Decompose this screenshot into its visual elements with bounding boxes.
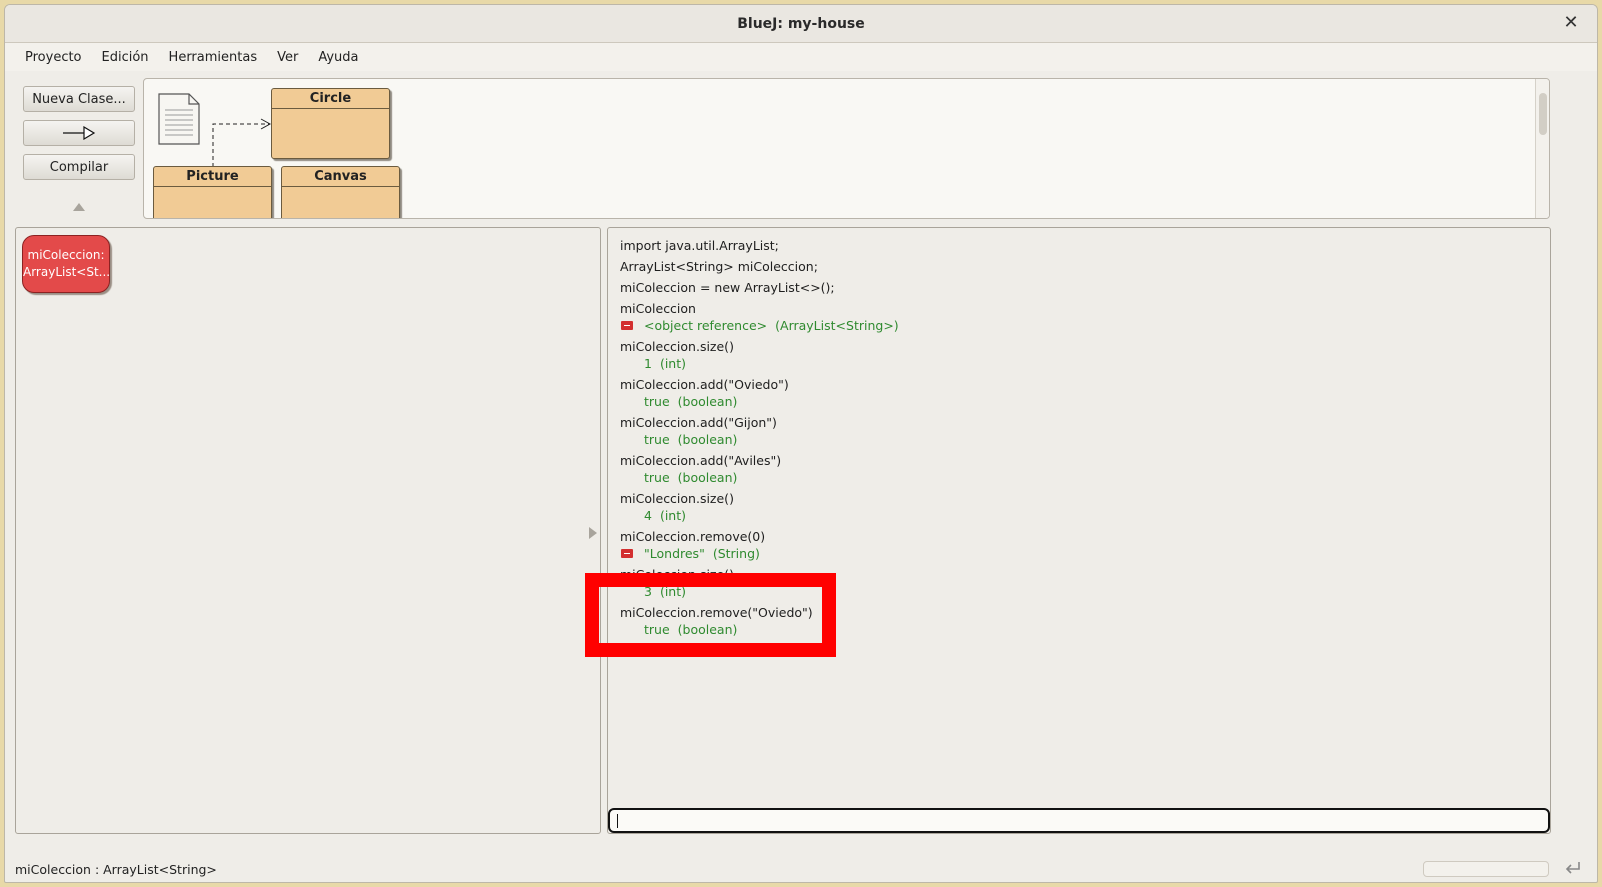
codepad-command: miColeccion.add("Aviles")	[620, 453, 782, 468]
codepad-command: ArrayList<String> miColeccion;	[620, 259, 818, 274]
inheritance-arrow-icon	[63, 126, 96, 140]
menu-ayuda[interactable]: Ayuda	[308, 50, 368, 65]
object-micoleccion[interactable]: miColeccion: ArrayList<St...	[22, 235, 110, 293]
codepad-input[interactable]	[608, 808, 1550, 833]
collapse-up-icon[interactable]	[73, 203, 85, 211]
new-class-button[interactable]: Nueva Clase...	[23, 86, 135, 112]
result-type: (boolean)	[677, 470, 738, 485]
status-bar: miColeccion : ArrayList<String>	[5, 856, 1597, 882]
codepad-command: miColeccion = new ArrayList<>();	[620, 280, 835, 295]
codepad-command: miColeccion.remove(0)	[620, 529, 766, 544]
result-value: true	[644, 432, 670, 447]
highlight-annotation	[585, 573, 836, 657]
class-picture[interactable]: Picture	[153, 166, 272, 218]
class-diagram[interactable]: Circle Picture Canvas	[143, 78, 1550, 219]
menu-herramientas[interactable]: Herramientas	[159, 50, 268, 65]
bluej-window: BlueJ: my-house ✕ Proyecto Edición Herra…	[4, 4, 1598, 883]
codepad-entry: miColeccion.remove(0) "Londres" (String)	[620, 528, 1540, 562]
codepad-entry: import java.util.ArrayList;	[620, 237, 1540, 254]
codepad-command: miColeccion.add("Gijon")	[620, 415, 777, 430]
codepad-command: miColeccion.size()	[620, 339, 734, 354]
codepad-result[interactable]: "Londres" (String)	[620, 545, 1540, 562]
result-type: (int)	[659, 356, 687, 371]
object-reference-icon[interactable]	[621, 549, 633, 558]
codepad-command: miColeccion.size()	[620, 491, 734, 506]
result-type: (boolean)	[677, 432, 738, 447]
close-icon[interactable]: ✕	[1561, 13, 1581, 33]
codepad-entry: miColeccion.size() 4 (int)	[620, 490, 1540, 524]
class-diagram-scrollbar[interactable]	[1535, 79, 1549, 218]
result-type: (ArrayList<String>)	[775, 318, 899, 333]
class-name: Picture	[154, 167, 271, 187]
codepad-result[interactable]: <object reference> (ArrayList<String>)	[620, 317, 1540, 334]
expand-right-icon[interactable]	[589, 527, 597, 539]
result-value: 1	[644, 356, 652, 371]
codepad-command: import java.util.ArrayList;	[620, 238, 779, 253]
class-name: Circle	[272, 89, 389, 109]
new-inheritance-arrow-button[interactable]	[23, 120, 135, 146]
menu-ver[interactable]: Ver	[267, 50, 308, 65]
codepad-entry: miColeccion = new ArrayList<>();	[620, 279, 1540, 296]
object-reference-icon[interactable]	[621, 321, 633, 330]
scrollbar-thumb[interactable]	[1539, 93, 1547, 135]
result-value: 4	[644, 508, 652, 523]
result-value: true	[644, 470, 670, 485]
status-text: miColeccion : ArrayList<String>	[15, 861, 217, 877]
object-name: miColeccion:	[27, 248, 105, 262]
codepad-result: true (boolean)	[620, 393, 1540, 410]
codepad-result: 1 (int)	[620, 355, 1540, 372]
result-type: (String)	[712, 546, 760, 561]
progress-bar	[1423, 861, 1549, 877]
class-circle[interactable]: Circle	[271, 88, 390, 159]
codepad-result: true (boolean)	[620, 431, 1540, 448]
class-canvas[interactable]: Canvas	[281, 166, 400, 218]
codepad-result: 4 (int)	[620, 507, 1540, 524]
codepad-result: true (boolean)	[620, 469, 1540, 486]
codepad-entry: miColeccion <object reference> (ArrayList<…	[620, 300, 1540, 334]
menu-edicion[interactable]: Edición	[92, 50, 159, 65]
menu-proyecto[interactable]: Proyecto	[15, 50, 92, 65]
result-type: (int)	[659, 508, 687, 523]
codepad-command: miColeccion.add("Oviedo")	[620, 377, 789, 392]
result-value: "Londres"	[644, 546, 705, 561]
title-bar: BlueJ: my-house ✕	[5, 5, 1597, 43]
codepad-entry: miColeccion.add("Gijon") true (boolean)	[620, 414, 1540, 448]
codepad-entry: miColeccion.add("Aviles") true (boolean)	[620, 452, 1540, 486]
codepad: import java.util.ArrayList; ArrayList<Str…	[607, 227, 1551, 834]
codepad-entry: miColeccion.size() 1 (int)	[620, 338, 1540, 372]
codepad-entry: miColeccion.add("Oviedo") true (boolean)	[620, 376, 1540, 410]
text-caret	[617, 814, 618, 828]
compile-button[interactable]: Compilar	[23, 154, 135, 180]
menu-bar: Proyecto Edición Herramientas Ver Ayuda	[5, 43, 1597, 71]
codepad-command: miColeccion	[620, 301, 696, 316]
result-value: true	[644, 394, 670, 409]
codepad-entry: ArrayList<String> miColeccion;	[620, 258, 1540, 275]
class-name: Canvas	[282, 167, 399, 187]
return-icon[interactable]	[1563, 859, 1583, 879]
window-title: BlueJ: my-house	[737, 15, 865, 32]
object-type: ArrayList<St...	[23, 265, 111, 279]
result-type: (boolean)	[677, 394, 738, 409]
object-bench: miColeccion: ArrayList<St...	[15, 227, 601, 834]
result-value: <object reference>	[644, 318, 768, 333]
